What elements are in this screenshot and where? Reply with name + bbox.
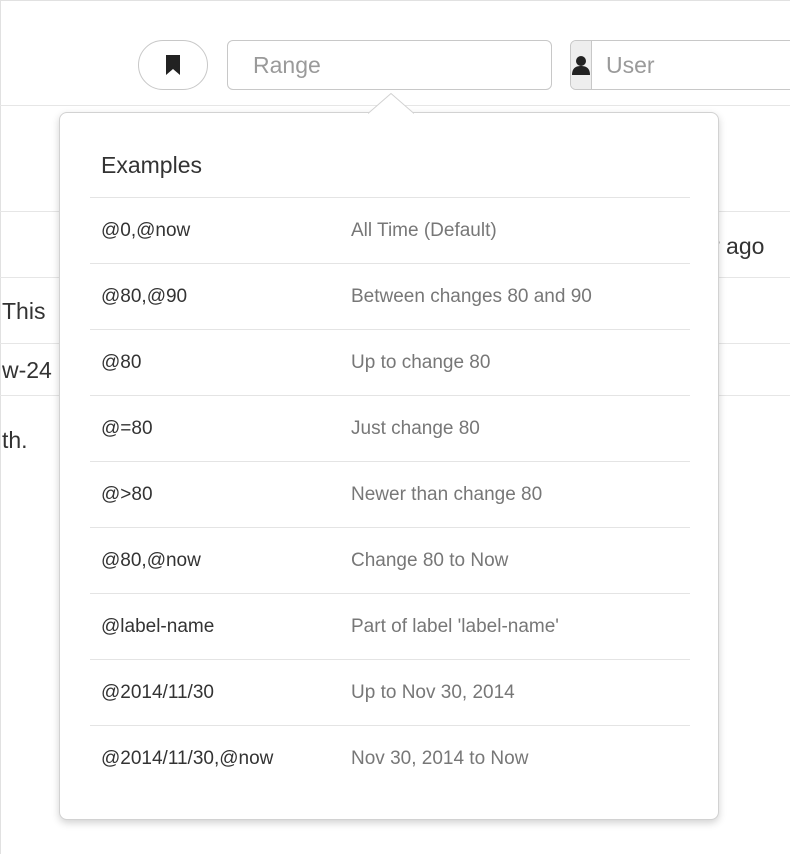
example-row[interactable]: @80 Up to change 80: [90, 329, 690, 395]
popover-heading: Examples: [101, 152, 202, 178]
example-row[interactable]: @2014/11/30,@now Nov 30, 2014 to Now: [90, 725, 690, 791]
example-row[interactable]: @>80 Newer than change 80: [90, 461, 690, 527]
example-description: Change 80 to Now: [351, 549, 509, 571]
example-description: All Time (Default): [351, 219, 497, 241]
example-code: @2014/11/30,@now: [101, 747, 274, 769]
example-description: Up to Nov 30, 2014: [351, 681, 515, 703]
user-input[interactable]: [592, 41, 790, 89]
example-code: @80,@now: [101, 549, 201, 571]
examples-table: @0,@now All Time (Default) @80,@90 Betwe…: [90, 197, 690, 791]
example-description: Up to change 80: [351, 351, 491, 373]
example-code: @80: [101, 351, 142, 373]
example-code: @0,@now: [101, 219, 191, 241]
example-row[interactable]: @0,@now All Time (Default): [90, 197, 690, 263]
popover-arrow: [368, 93, 414, 114]
example-row[interactable]: @label-name Part of label 'label-name': [90, 593, 690, 659]
example-description: Just change 80: [351, 417, 480, 439]
example-code: @>80: [101, 483, 153, 505]
example-description: Part of label 'label-name': [351, 615, 559, 637]
list-item-text: w-24: [2, 357, 52, 383]
example-description: Between changes 80 and 90: [351, 285, 592, 307]
user-filter[interactable]: [570, 40, 790, 90]
user-addon: [571, 41, 592, 89]
list-item-text: This: [2, 298, 46, 324]
left-border: [0, 0, 1, 854]
bookmark-icon: [166, 55, 180, 75]
example-row[interactable]: @2014/11/30 Up to Nov 30, 2014: [90, 659, 690, 725]
example-code: @label-name: [101, 615, 215, 637]
range-input[interactable]: [227, 40, 552, 90]
user-icon: [572, 56, 590, 75]
example-row[interactable]: @=80 Just change 80: [90, 395, 690, 461]
example-description: Nov 30, 2014 to Now: [351, 747, 529, 769]
example-description: Newer than change 80: [351, 483, 543, 505]
list-item-text: th.: [2, 427, 28, 453]
example-row[interactable]: @80,@90 Between changes 80 and 90: [90, 263, 690, 329]
example-code: @80,@90: [101, 285, 188, 307]
example-code: @=80: [101, 417, 153, 439]
example-code: @2014/11/30: [101, 681, 214, 703]
example-row[interactable]: @80,@now Change 80 to Now: [90, 527, 690, 593]
range-examples-popover: Examples @0,@now All Time (Default) @80,…: [59, 112, 719, 820]
bookmark-button[interactable]: [138, 40, 208, 90]
top-border: [0, 0, 790, 1]
list-item-time: r ago: [712, 233, 765, 259]
